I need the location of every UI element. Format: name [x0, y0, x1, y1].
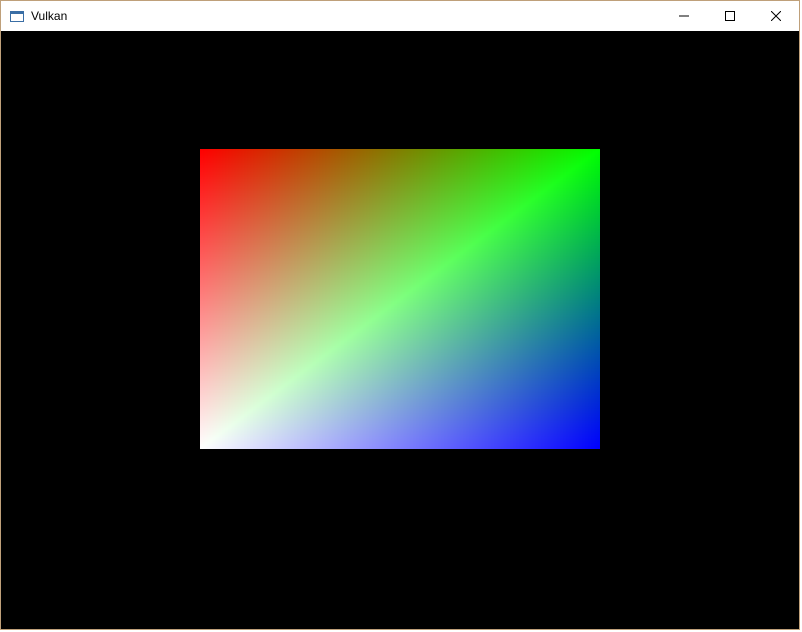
window-controls: [661, 1, 799, 31]
close-button[interactable]: [753, 1, 799, 31]
gradient-quad: [200, 149, 600, 449]
gradient-canvas: [200, 149, 600, 449]
window-title: Vulkan: [31, 1, 67, 31]
app-icon: [9, 8, 25, 24]
render-surface: [1, 31, 799, 629]
titlebar[interactable]: Vulkan: [1, 1, 799, 31]
application-window: Vulkan: [0, 0, 800, 630]
minimize-button[interactable]: [661, 1, 707, 31]
maximize-button[interactable]: [707, 1, 753, 31]
